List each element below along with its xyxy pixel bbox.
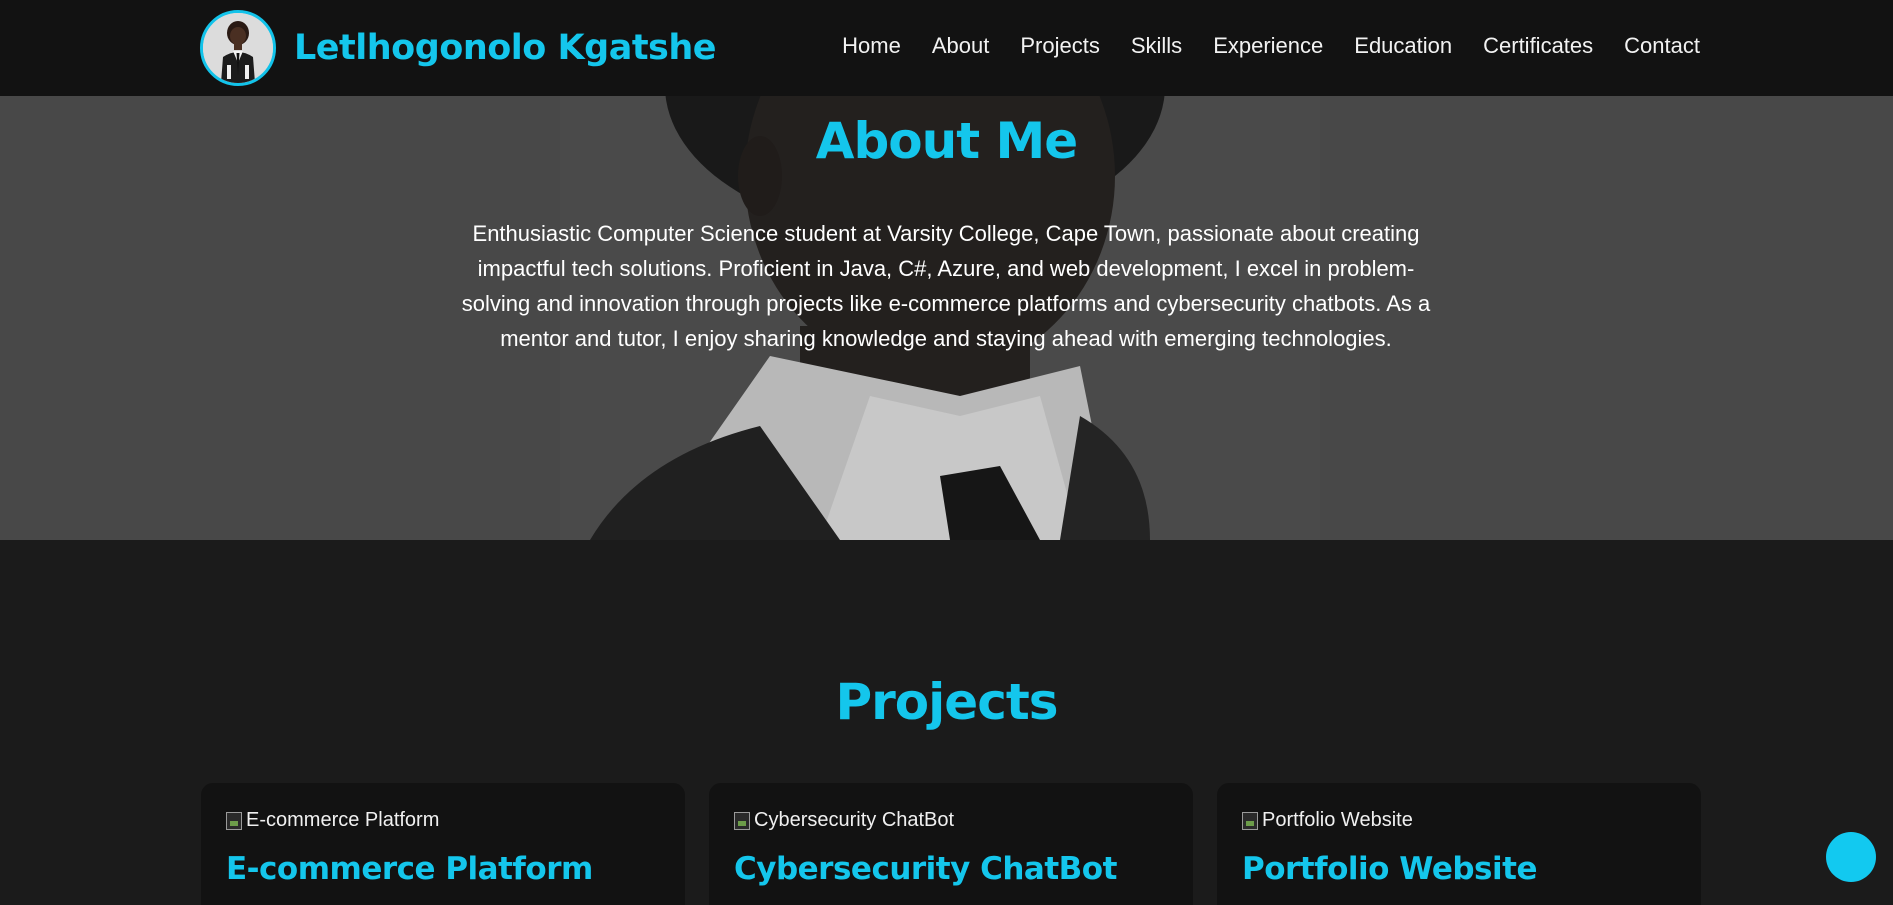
nav-skills[interactable]: Skills bbox=[1131, 33, 1182, 59]
broken-image-icon bbox=[226, 811, 242, 830]
project-title: E-commerce Platform bbox=[226, 851, 593, 887]
brand-name[interactable]: Letlhogonolo Kgatshe bbox=[294, 28, 717, 68]
project-image: Cybersecurity ChatBot bbox=[734, 809, 954, 832]
brand[interactable]: Letlhogonolo Kgatshe bbox=[200, 9, 717, 87]
project-image-alt: Portfolio Website bbox=[1262, 809, 1413, 831]
nav-home[interactable]: Home bbox=[842, 33, 901, 59]
projects-title: Projects bbox=[835, 673, 1058, 731]
projects-section: Projects E-commerce Platform E-commerce … bbox=[0, 540, 1893, 905]
nav-experience[interactable]: Experience bbox=[1213, 33, 1323, 59]
project-title: Cybersecurity ChatBot bbox=[734, 851, 1117, 887]
about-text: Enthusiastic Computer Science student at… bbox=[461, 221, 1431, 351]
project-card[interactable]: E-commerce Platform E-commerce Platform bbox=[201, 783, 685, 905]
project-card[interactable]: Cybersecurity ChatBot Cybersecurity Chat… bbox=[709, 783, 1193, 905]
nav-links: Home About Projects Skills Experience Ed… bbox=[811, 0, 1700, 92]
profile-photo-icon bbox=[203, 13, 273, 83]
nav-projects[interactable]: Projects bbox=[1020, 33, 1099, 59]
navbar: Letlhogonolo Kgatshe Home About Projects… bbox=[0, 0, 1893, 96]
nav-about[interactable]: About bbox=[932, 33, 990, 59]
project-title: Portfolio Website bbox=[1242, 851, 1537, 887]
project-image: Portfolio Website bbox=[1242, 809, 1413, 832]
project-image: E-commerce Platform bbox=[226, 809, 439, 832]
about-title: About Me bbox=[815, 112, 1078, 170]
about-section: About Me Enthusiastic Computer Science s… bbox=[0, 96, 1893, 540]
broken-image-icon bbox=[1242, 811, 1258, 830]
nav-contact[interactable]: Contact bbox=[1624, 33, 1700, 59]
project-card[interactable]: Portfolio Website Portfolio Website bbox=[1217, 783, 1701, 905]
avatar[interactable] bbox=[200, 10, 276, 86]
nav-certificates[interactable]: Certificates bbox=[1483, 33, 1593, 59]
project-image-alt: Cybersecurity ChatBot bbox=[754, 809, 955, 831]
broken-image-icon bbox=[734, 811, 750, 830]
project-image-alt: E-commerce Platform bbox=[246, 809, 440, 831]
floating-action-button[interactable] bbox=[1826, 832, 1876, 882]
nav-education[interactable]: Education bbox=[1354, 33, 1452, 59]
